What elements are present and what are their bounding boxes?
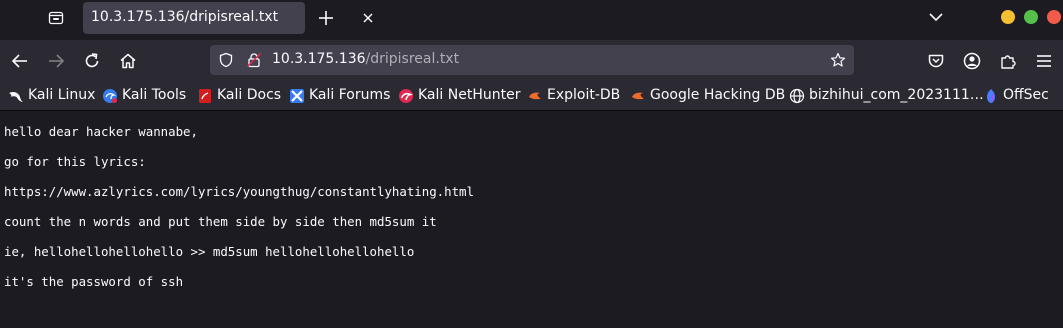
account-icon[interactable] (962, 51, 982, 71)
firefox-view-icon (48, 11, 64, 25)
kali-tools-icon (103, 89, 117, 103)
bookmark-label: bizhihui_com_2023111… (809, 87, 984, 103)
close-window-button[interactable] (1047, 10, 1061, 24)
text-line: count the n words and put them side by s… (4, 214, 437, 229)
url-host: 10.3.175.136 (272, 51, 366, 67)
text-line: it's the password of ssh (4, 274, 184, 289)
menu-hamburger-icon[interactable] (1034, 51, 1054, 71)
bookmark-label: OffSec (1003, 87, 1049, 103)
text-line: hello dear hacker wannabe, (4, 124, 198, 139)
maximize-button[interactable] (1024, 10, 1038, 24)
kali-docs-icon (199, 89, 211, 103)
minimize-button[interactable] (1001, 10, 1015, 24)
tab-title: 10.3.175.136/dripisreal.txt (91, 9, 279, 25)
exploit-db-icon (529, 92, 541, 100)
extensions-icon[interactable] (998, 51, 1018, 71)
bookmarks-toolbar: Kali Linux Kali Tools Kali Docs Kali For… (0, 82, 1063, 110)
kali-forums-icon (290, 89, 304, 103)
back-arrow-icon[interactable] (10, 51, 30, 71)
home-icon[interactable] (118, 51, 138, 71)
ghdb-icon (632, 92, 644, 100)
text-line: https://www.azlyrics.com/lyrics/youngthu… (4, 184, 474, 199)
globe-icon (789, 88, 805, 104)
bookmark-label: Kali Forums (309, 87, 391, 103)
offsec-icon (987, 89, 995, 103)
forward-arrow-icon[interactable] (46, 51, 66, 71)
nethunter-icon (399, 89, 414, 103)
bookmark-label: Kali Linux (28, 87, 96, 103)
close-tab-icon[interactable] (361, 11, 375, 25)
kali-dragon-icon (9, 91, 23, 102)
text-line: go for this lyrics: (4, 154, 146, 169)
address-bar[interactable]: 10.3.175.136/dripisreal.txt (210, 45, 854, 75)
active-tab[interactable]: 10.3.175.136/dripisreal.txt (83, 2, 373, 34)
bookmark-label: Kali Tools (122, 87, 187, 103)
bookmark-star-icon[interactable] (830, 52, 846, 68)
bookmark-label: Kali Docs (217, 87, 282, 103)
reload-icon[interactable] (82, 51, 102, 71)
url-path: /dripisreal.txt (365, 51, 460, 67)
tab-strip: 10.3.175.136/dripisreal.txt (0, 0, 1063, 36)
chevron-down-icon[interactable] (928, 9, 944, 25)
text-line: ie, hellohellohellohello >> md5sum hello… (4, 244, 415, 259)
bookmark-label: Kali NetHunter (418, 87, 521, 103)
new-tab-icon[interactable] (316, 8, 336, 28)
pocket-icon[interactable] (926, 51, 946, 71)
bookmark-label: Google Hacking DB (650, 87, 786, 103)
bookmark-label: Exploit-DB (547, 87, 621, 103)
navigation-toolbar: 10.3.175.136/dripisreal.txt (0, 40, 1063, 82)
insecure-lock-icon[interactable] (246, 52, 262, 68)
window-controls (996, 8, 1063, 26)
url-text[interactable]: 10.3.175.136/dripisreal.txt (272, 51, 459, 67)
shield-icon[interactable] (218, 52, 234, 68)
page-content: hello dear hacker wannabe, go for this l… (0, 110, 1063, 328)
firefox-view-button[interactable] (44, 8, 68, 28)
